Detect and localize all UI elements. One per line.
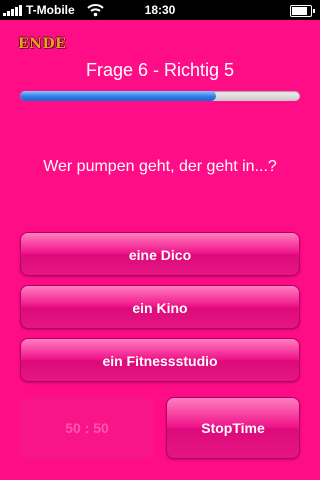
- end-button[interactable]: ENDE: [18, 36, 66, 52]
- stop-time-button[interactable]: StopTime: [166, 397, 300, 459]
- question-counter-title: Frage 6 - Richtig 5: [85, 60, 235, 80]
- battery-icon: [290, 5, 315, 17]
- status-bar: T-Mobile 18:30: [0, 0, 320, 20]
- question-text: Wer pumpen geht, der geht in...?: [43, 158, 277, 175]
- answer-button-2[interactable]: ein Kino: [20, 285, 300, 329]
- progress-bar: [20, 91, 300, 101]
- answer-button-1[interactable]: eine Dico: [20, 232, 300, 276]
- progress-fill: [20, 91, 216, 101]
- fifty-fifty-button: 50 : 50: [20, 397, 154, 459]
- clock: 18:30: [144, 3, 176, 17]
- answer-button-3[interactable]: ein Fitnessstudio: [20, 338, 300, 382]
